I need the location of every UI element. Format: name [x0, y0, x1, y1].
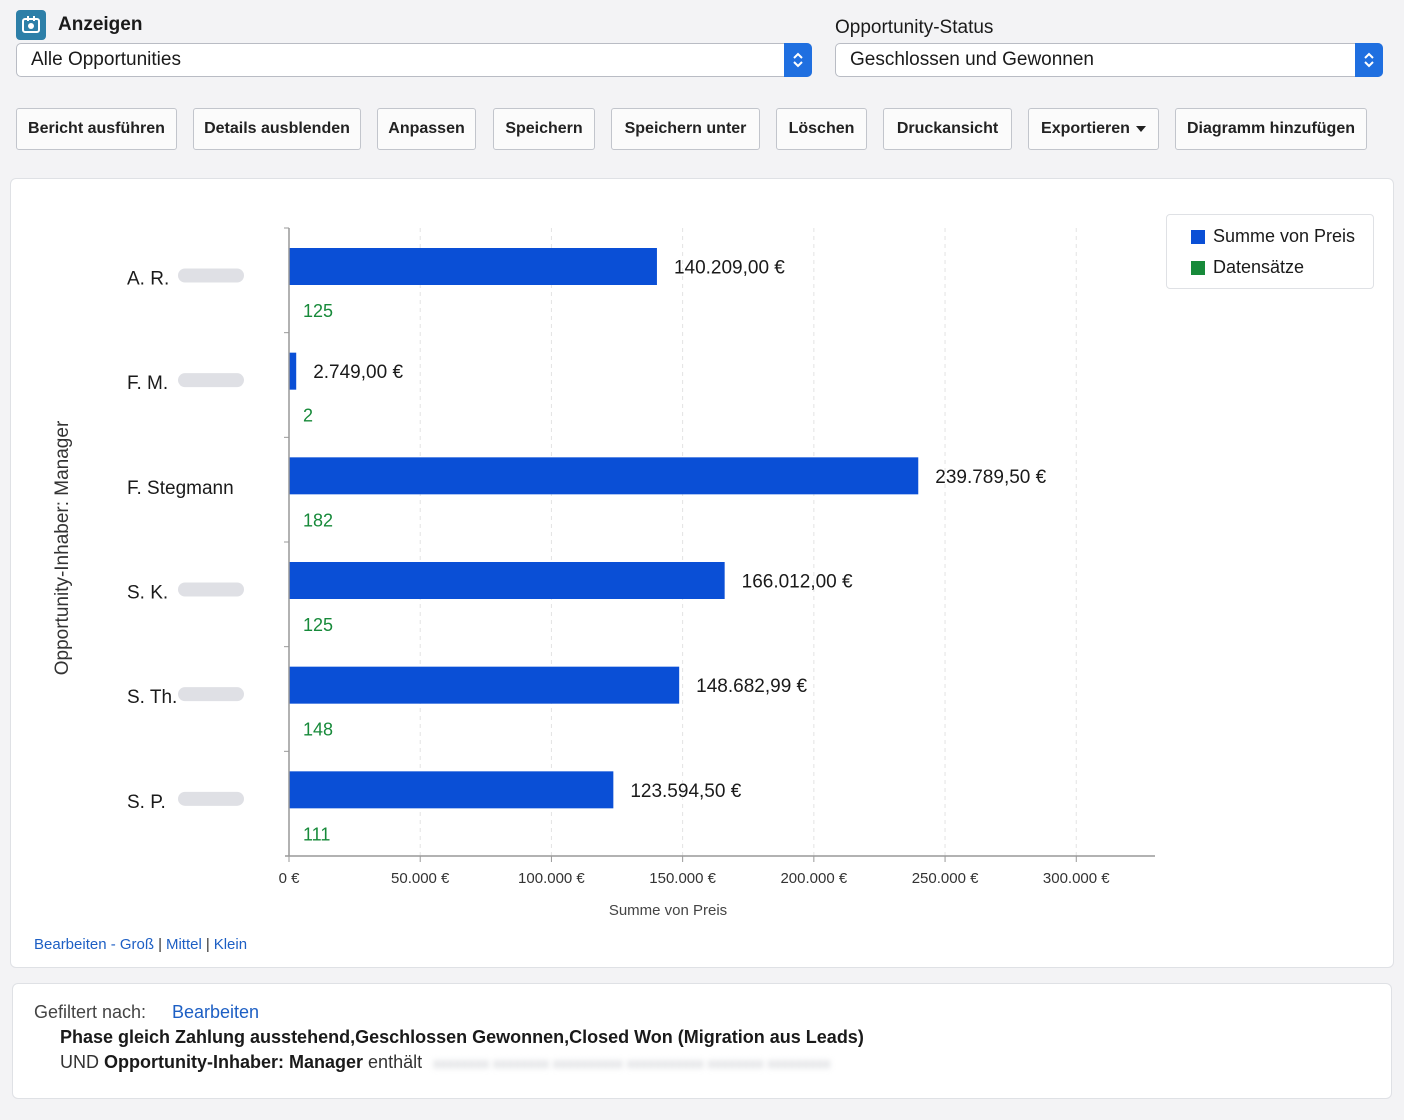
record-count-label: 125	[303, 301, 333, 321]
divider: |	[158, 936, 162, 953]
y-category-label: F. Stegmann	[127, 478, 234, 499]
redacted-name-blur	[178, 687, 244, 702]
legend-label-price: Summe von Preis	[1213, 226, 1356, 246]
x-tick-label: 100.000 €	[518, 870, 585, 887]
legend-swatch-blue	[1191, 229, 1205, 244]
y-category-label: S. P.	[127, 792, 166, 813]
x-tick-label: 150.000 €	[649, 870, 716, 887]
record-count-label: 125	[303, 615, 333, 635]
redacted-name-blur	[178, 268, 244, 283]
filter-and-keyword: UND	[60, 1052, 99, 1072]
filter-edit-link[interactable]: Bearbeiten	[172, 1002, 259, 1023]
divider: |	[205, 936, 210, 953]
legend-label-records: Datensätze	[1213, 257, 1305, 277]
redacted-name-blur	[178, 373, 244, 388]
bar-price[interactable]	[289, 248, 657, 285]
chart-size-links: Bearbeiten - Groß | Mittel | Klein	[34, 936, 247, 953]
record-count-label: 2	[303, 406, 313, 426]
bar-value-label: 239.789,50 €	[935, 467, 1046, 488]
x-tick-label: 300.000 €	[1043, 870, 1110, 887]
filter-field-name: Opportunity-Inhaber: Manager	[104, 1052, 364, 1072]
chart-size-small-link[interactable]: Klein	[214, 936, 247, 953]
bar-value-label: 140.209,00 €	[674, 258, 785, 279]
bar-price[interactable]	[289, 457, 919, 495]
record-count-label: 182	[303, 510, 333, 530]
x-tick-label: 0 €	[279, 870, 301, 887]
bar-value-label: 166.012,00 €	[742, 572, 853, 593]
y-category-label: A. R.	[127, 269, 169, 290]
redacted-name-blur	[178, 582, 244, 597]
y-category-label: S. Th.	[127, 687, 177, 708]
record-count-label: 111	[303, 824, 330, 844]
bar-price[interactable]	[289, 771, 614, 809]
legend-swatch-green	[1191, 260, 1205, 275]
filter-phase-condition: Phase gleich Zahlung ausstehend,Geschlos…	[60, 1027, 864, 1047]
legend-item-price: Summe von Preis	[1191, 226, 1355, 247]
x-axis-title: Summe von Preis	[609, 902, 727, 919]
chart-size-medium-link[interactable]: Mittel	[166, 936, 202, 953]
bar-price[interactable]	[289, 352, 297, 390]
x-tick-label: 50.000 €	[391, 870, 450, 887]
legend-item-records: Datensätze	[1191, 257, 1304, 278]
chart-legend: Summe von Preis Datensätze	[1166, 214, 1374, 289]
bar-price[interactable]	[289, 562, 725, 599]
filter-owner-condition: UND Opportunity-Inhaber: Manager enthält…	[60, 1052, 831, 1073]
y-axis-title: Opportunity-Inhaber: Manager	[52, 420, 73, 675]
y-category-label: F. M.	[127, 373, 168, 394]
bar-value-label: 123.594,50 €	[630, 781, 741, 802]
y-category-label: S. K.	[127, 583, 168, 604]
x-tick-label: 200.000 €	[780, 870, 847, 887]
redacted-name-blur	[178, 791, 244, 806]
filter-operator: enthält	[368, 1052, 423, 1072]
bar-value-label: 2.749,00 €	[313, 362, 403, 383]
chart-edit-large-link[interactable]: Bearbeiten - Groß	[34, 936, 154, 953]
bar-value-label: 148.682,99 €	[696, 676, 807, 697]
filter-label: Gefiltert nach:	[34, 1002, 147, 1022]
x-tick-label: 250.000 €	[912, 870, 979, 887]
redacted-values: xxxxxxxx xxxxxxxx xxxxxxxxxx xxxxxxxxxxx…	[433, 1055, 831, 1071]
bar-price[interactable]	[289, 666, 680, 704]
record-count-label: 148	[303, 720, 333, 740]
